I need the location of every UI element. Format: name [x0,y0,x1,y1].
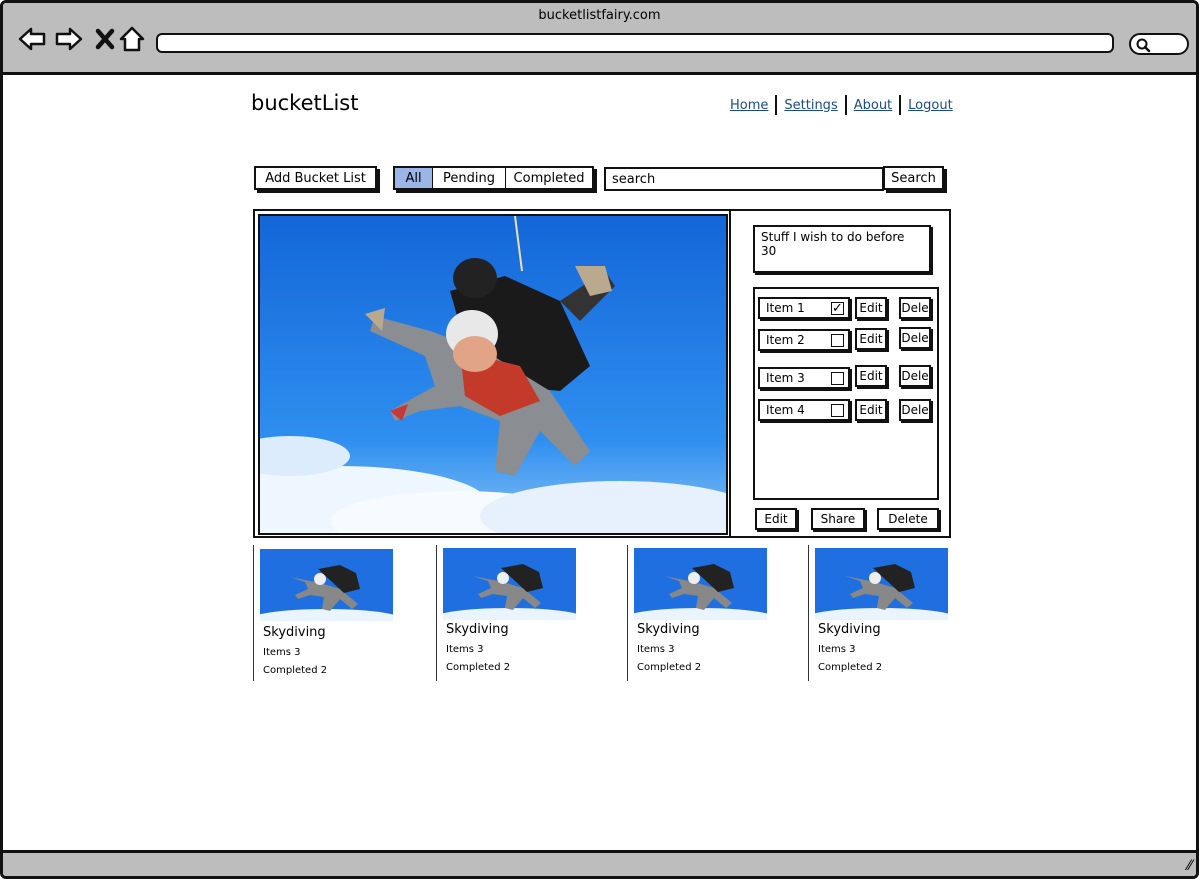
card-items-count: Items 3 [263,647,301,658]
card-title: Skydiving [637,622,700,637]
card-items-count: Items 3 [818,644,856,655]
back-icon[interactable] [17,24,47,54]
edit-bucket-button[interactable]: Edit [755,508,797,530]
card-title: Skydiving [263,625,326,640]
item-checkbox[interactable] [831,334,844,347]
item-label: Item 2 [766,333,805,347]
list-item: Item 1 ✓ [758,297,850,319]
card-thumbnail [443,548,576,620]
item-label: Item 4 [766,403,805,417]
nav-home-link[interactable]: Home [723,98,775,113]
window-title: bucketlistfairy.com [538,8,661,23]
browser-search[interactable] [1129,33,1189,55]
card-completed-count: Completed 2 [818,662,883,673]
filter-all-tab[interactable]: All [395,168,433,188]
card-completed-count: Completed 2 [263,665,328,676]
search-input[interactable]: search [604,167,884,191]
edit-item-button[interactable]: Edit [855,399,887,421]
edit-item-button[interactable]: Edit [855,365,887,387]
search-icon [1136,38,1151,53]
filter-pending-tab[interactable]: Pending [433,168,506,188]
skydiving-hero-image [258,214,728,535]
list-item: Item 2 [758,329,850,351]
delete-bucket-button[interactable]: Delete [877,508,939,530]
forward-icon[interactable] [54,24,84,54]
status-bar: ⁄⁄ [3,850,1196,876]
item-checkbox[interactable]: ✓ [831,302,844,315]
card-thumbnail [260,549,393,621]
card-items-count: Items 3 [446,644,484,655]
nav-logout-link[interactable]: Logout [901,98,960,113]
list-item: Item 3 [758,367,850,389]
bucket-description[interactable]: Stuff I wish to do before 30 [753,225,931,273]
browser-toolbar: bucketlistfairy.com [3,3,1196,75]
address-bar[interactable] [156,33,1114,53]
items-list: Item 1 ✓ Edit Dele Item 2 Edit Dele Item… [753,287,939,500]
filter-tabs: All Pending Completed [393,166,594,190]
panel-divider [729,211,731,536]
home-icon[interactable] [117,24,147,54]
edit-item-button[interactable]: Edit [855,328,887,350]
bucket-detail-panel: Stuff I wish to do before 30 Item 1 ✓ Ed… [253,209,951,538]
delete-item-button[interactable]: Dele [899,327,931,349]
add-bucket-list-button[interactable]: Add Bucket List [254,166,377,190]
list-item: Item 4 [758,399,850,421]
delete-item-button[interactable]: Dele [899,297,931,319]
edit-item-button[interactable]: Edit [855,297,887,319]
resize-grip-icon[interactable]: ⁄⁄ [1187,858,1192,874]
card-title: Skydiving [818,622,881,637]
bucket-card[interactable]: Skydiving Items 3 Completed 2 [627,545,787,681]
bucket-card[interactable]: Skydiving Items 3 Completed 2 [253,545,413,681]
item-checkbox[interactable] [831,372,844,385]
filter-completed-tab[interactable]: Completed [506,168,592,188]
card-completed-count: Completed 2 [637,662,702,673]
card-thumbnail [815,548,948,620]
delete-item-button[interactable]: Dele [899,365,931,387]
nav-settings-link[interactable]: Settings [777,98,844,113]
nav-about-link[interactable]: About [847,98,899,113]
item-label: Item 1 [766,301,805,315]
search-button[interactable]: Search [883,166,944,190]
card-thumbnail [634,548,767,620]
card-completed-count: Completed 2 [446,662,511,673]
browser-window: bucketlistfairy.com bucketList Home Sett… [0,0,1199,879]
card-title: Skydiving [446,622,509,637]
bucket-card[interactable]: Skydiving Items 3 Completed 2 [436,545,596,681]
bucket-card[interactable]: Skydiving Items 3 Completed 2 [808,545,968,681]
item-label: Item 3 [766,371,805,385]
card-items-count: Items 3 [637,644,675,655]
brand-logo: bucketList [251,91,359,115]
top-nav: Home Settings About Logout [723,95,960,115]
delete-item-button[interactable]: Dele [899,399,931,421]
share-bucket-button[interactable]: Share [811,508,865,530]
item-checkbox[interactable] [831,404,844,417]
